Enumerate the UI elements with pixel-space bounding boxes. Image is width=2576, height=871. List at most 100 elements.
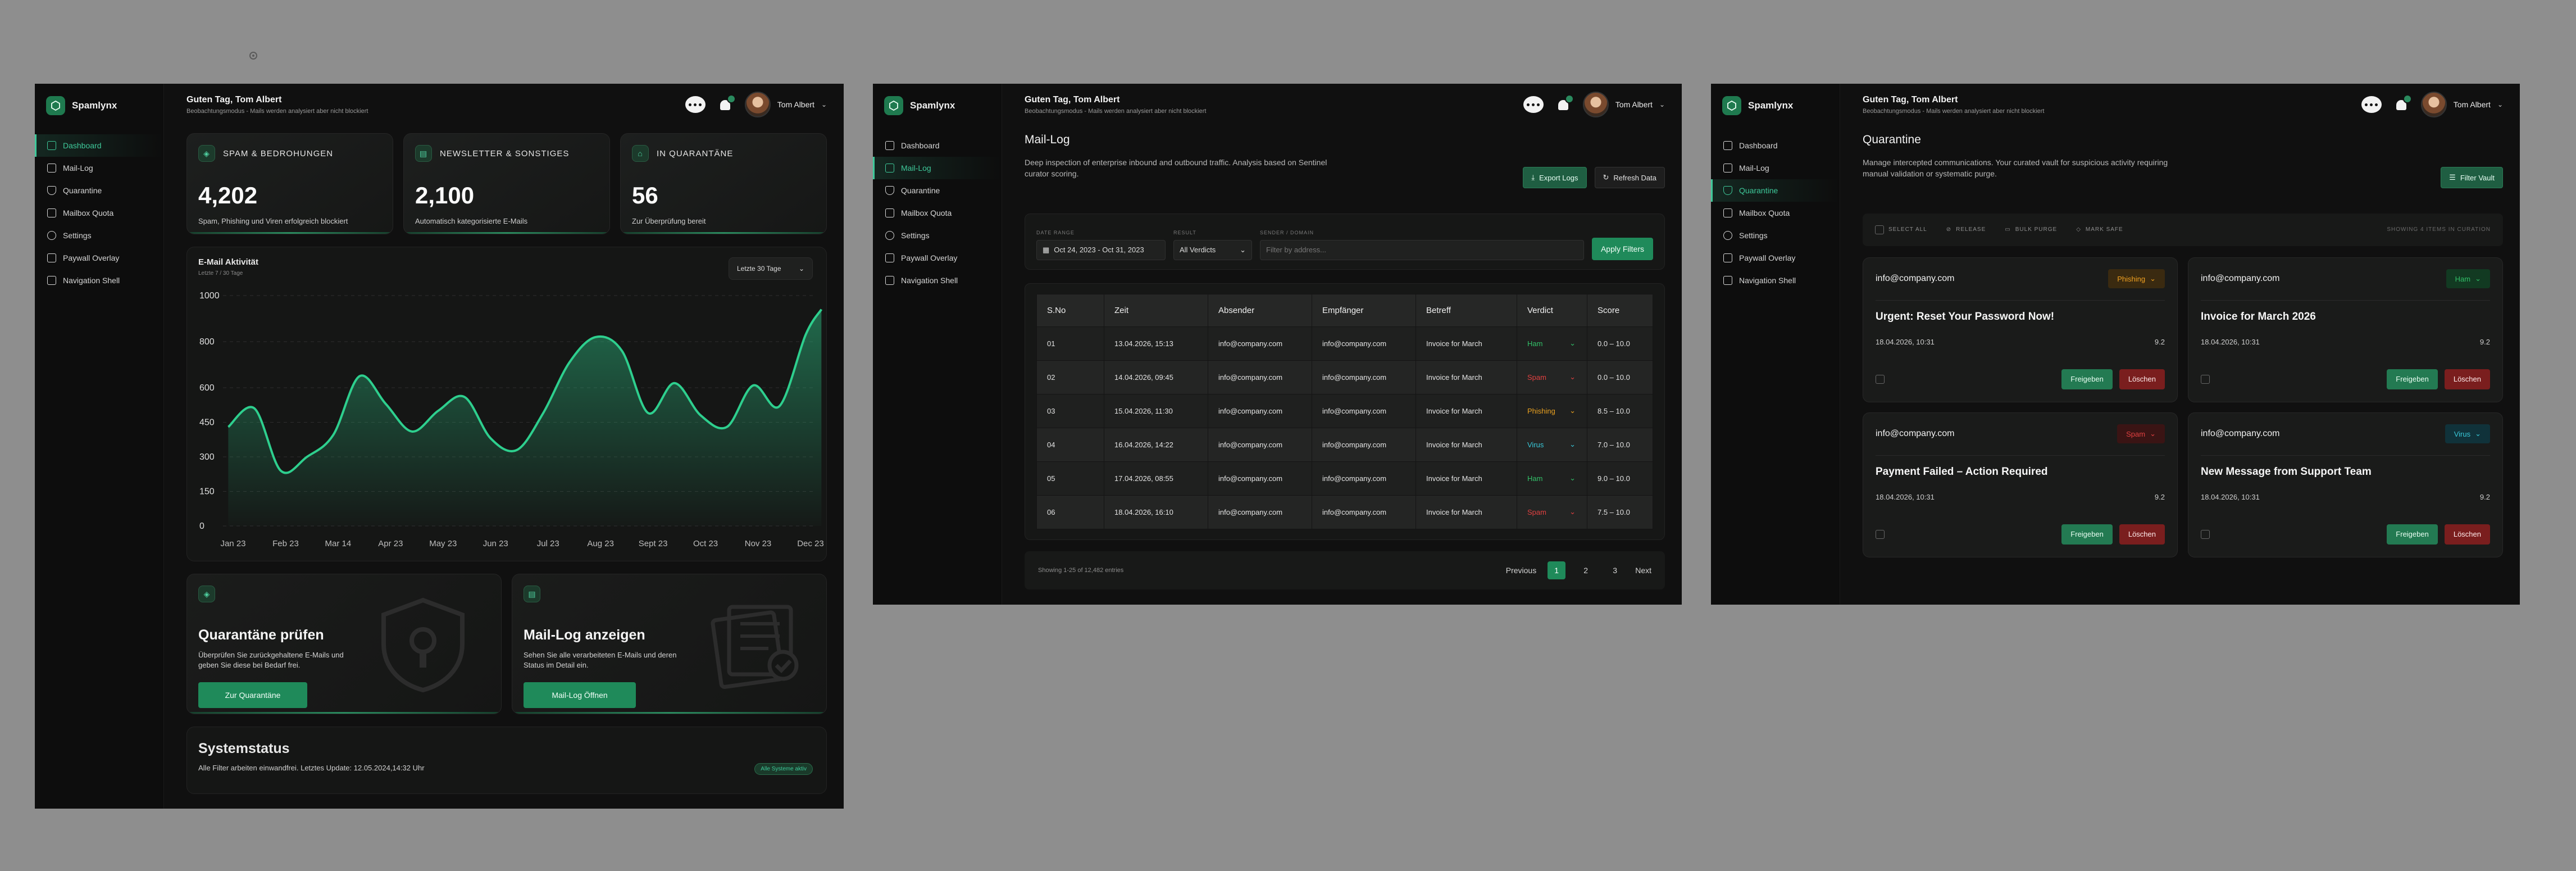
cell-verdict[interactable]: Ham ⌄ <box>1517 461 1587 496</box>
sidebar-item-paywall-overlay[interactable]: Paywall Overlay <box>1711 247 1840 269</box>
chevron-down-icon: ⌄ <box>1240 245 1246 254</box>
verdict-tag[interactable]: Spam ⌄ <box>2117 424 2165 444</box>
verdict-tag[interactable]: Virus ⌄ <box>2445 424 2490 444</box>
table-row[interactable]: 05 17.04.2026, 08:55 info@company.com info@… <box>1036 461 1653 496</box>
mark-safe-button[interactable]: ◇ MARK SAFE <box>2076 226 2123 233</box>
go-to-quarantine-button[interactable]: Zur Quarantäne <box>198 682 307 709</box>
x-tick-label: Mar 14 <box>325 539 352 548</box>
chat-icon[interactable] <box>2361 96 2382 113</box>
column-header[interactable]: Verdict <box>1517 293 1587 327</box>
stat-label: NEWSLETTER & SONSTIGES <box>440 148 570 158</box>
delete-button[interactable]: Löschen <box>2119 524 2165 545</box>
column-header[interactable]: Zeit <box>1104 293 1208 327</box>
sidebar-item-navigation-shell[interactable]: Navigation Shell <box>35 269 163 292</box>
user-menu[interactable]: Tom Albert ⌄ <box>744 92 827 117</box>
sidebar-item-quarantine[interactable]: Quarantine <box>1711 179 1840 202</box>
column-header[interactable]: Empfänger <box>1312 293 1416 327</box>
shield-icon <box>885 186 894 195</box>
column-header[interactable]: S.No <box>1036 293 1104 327</box>
verdict-select[interactable]: All Verdicts ⌄ <box>1173 239 1252 260</box>
refresh-data-button[interactable]: ↻ Refresh Data <box>1594 167 1665 188</box>
cell-verdict[interactable]: Ham ⌄ <box>1517 326 1587 361</box>
item-checkbox[interactable] <box>2201 529 2210 539</box>
range-select[interactable]: Letzte 30 Tage ⌄ <box>729 257 813 280</box>
user-menu[interactable]: Tom Albert ⌄ <box>1582 92 1665 117</box>
release-button[interactable]: ⊘ RELEASE <box>1946 226 1986 233</box>
table-row[interactable]: 06 18.04.2026, 16:10 info@company.com info@… <box>1036 495 1653 529</box>
previous-page-button[interactable]: Previous <box>1506 566 1536 575</box>
bell-icon[interactable] <box>1556 94 1574 112</box>
delete-button[interactable]: Löschen <box>2444 369 2490 389</box>
table-row[interactable]: 03 15.04.2026, 11:30 info@company.com info@… <box>1036 393 1653 428</box>
sidebar-item-dashboard[interactable]: Dashboard <box>35 134 163 157</box>
delete-button[interactable]: Löschen <box>2444 524 2490 545</box>
release-button[interactable]: Freigeben <box>2387 524 2438 545</box>
delete-button[interactable]: Löschen <box>2119 369 2165 389</box>
sidebar-item-mail-log[interactable]: Mail-Log <box>1711 157 1840 179</box>
open-maillog-button[interactable]: Mail-Log Öffnen <box>524 682 636 709</box>
page-button[interactable]: 3 <box>1606 561 1624 579</box>
date-range-input[interactable]: ▦ Oct 24, 2023 - Oct 31, 2023 <box>1036 239 1166 260</box>
sidebar-item-mail-log[interactable]: Mail-Log <box>873 157 1002 179</box>
mail-score: 9.2 <box>2479 492 2490 501</box>
action-description: Überprüfen Sie zurückgehaltene E-Mails u… <box>198 651 344 669</box>
release-button[interactable]: Freigeben <box>2061 369 2113 389</box>
table-row[interactable]: 04 16.04.2026, 14:22 info@company.com info@… <box>1036 427 1653 462</box>
sidebar-item-settings[interactable]: Settings <box>873 224 1002 247</box>
cell-verdict[interactable]: Virus ⌄ <box>1517 427 1587 462</box>
sidebar-item-settings[interactable]: Settings <box>35 224 163 247</box>
sidebar-item-mailbox-quota[interactable]: Mailbox Quota <box>35 202 163 224</box>
release-button[interactable]: Freigeben <box>2387 369 2438 389</box>
shield-icon: ◇ <box>2076 226 2081 233</box>
checkbox[interactable] <box>1875 225 1884 234</box>
sidebar-item-mail-log[interactable]: Mail-Log <box>35 157 163 179</box>
item-checkbox[interactable] <box>2201 374 2210 384</box>
export-logs-button[interactable]: ⤓ Export Logs <box>1523 167 1587 188</box>
verdict-tag[interactable]: Phishing ⌄ <box>2108 269 2165 289</box>
release-button[interactable]: Freigeben <box>2061 524 2113 545</box>
sidebar-item-mailbox-quota[interactable]: Mailbox Quota <box>1711 202 1840 224</box>
sidebar-item-quarantine[interactable]: Quarantine <box>873 179 1002 202</box>
column-header[interactable]: Betreff <box>1416 293 1517 327</box>
item-checkbox[interactable] <box>1876 374 1885 384</box>
cell-verdict[interactable]: Spam ⌄ <box>1517 360 1587 394</box>
page-button[interactable]: 1 <box>1548 561 1566 579</box>
cell-sno: 04 <box>1036 427 1104 462</box>
chat-icon[interactable] <box>1523 96 1544 113</box>
sidebar-item-settings[interactable]: Settings <box>1711 224 1840 247</box>
sidebar-item-label: Settings <box>1739 231 1768 240</box>
sidebar-item-label: Navigation Shell <box>63 276 120 285</box>
sidebar-item-navigation-shell[interactable]: Navigation Shell <box>1711 269 1840 292</box>
sidebar-item-quarantine[interactable]: Quarantine <box>35 179 163 202</box>
bell-icon[interactable] <box>718 94 736 112</box>
next-page-button[interactable]: Next <box>1635 566 1651 575</box>
filter-vault-button[interactable]: ☰ Filter Vault <box>2441 167 2503 188</box>
sender-filter-input[interactable]: Filter by address... <box>1260 239 1584 260</box>
chevron-down-icon: ⌄ <box>1569 406 1576 415</box>
select-all-checkbox[interactable]: SELECT ALL <box>1875 225 1927 234</box>
sidebar-item-mailbox-quota[interactable]: Mailbox Quota <box>873 202 1002 224</box>
x-tick-label: Oct 23 <box>693 539 718 548</box>
verdict-tag[interactable]: Ham ⌄ <box>2446 269 2490 289</box>
table-row[interactable]: 02 14.04.2026, 09:45 info@company.com info@… <box>1036 360 1653 394</box>
sidebar-item-paywall-overlay[interactable]: Paywall Overlay <box>873 247 1002 269</box>
user-menu[interactable]: Tom Albert ⌄ <box>2420 92 2503 117</box>
chat-icon[interactable] <box>685 96 706 113</box>
apply-filters-button[interactable]: Apply Filters <box>1591 237 1653 260</box>
cell-verdict[interactable]: Spam ⌄ <box>1517 495 1587 529</box>
mail-date: 18.04.2026, 10:31 <box>2201 337 2260 346</box>
cell-verdict[interactable]: Phishing ⌄ <box>1517 393 1587 428</box>
bell-icon[interactable] <box>2394 94 2412 112</box>
x-tick-label: Jan 23 <box>220 539 245 548</box>
bulk-purge-button[interactable]: ▭ BULK PURGE <box>2005 226 2057 233</box>
table-row[interactable]: 01 13.04.2026, 15:13 info@company.com info@… <box>1036 326 1653 361</box>
column-header[interactable]: Score <box>1587 293 1653 327</box>
sidebar-item-paywall-overlay[interactable]: Paywall Overlay <box>35 247 163 269</box>
sidebar-item-dashboard[interactable]: Dashboard <box>1711 134 1840 157</box>
sidebar-item-dashboard[interactable]: Dashboard <box>873 134 1002 157</box>
sidebar-item-navigation-shell[interactable]: Navigation Shell <box>873 269 1002 292</box>
page-button[interactable]: 2 <box>1577 561 1595 579</box>
item-checkbox[interactable] <box>1876 529 1885 539</box>
maillog-action-card: ▤ Mail-Log anzeigen Sehen Sie alle verar… <box>512 574 827 714</box>
column-header[interactable]: Absender <box>1208 293 1312 327</box>
